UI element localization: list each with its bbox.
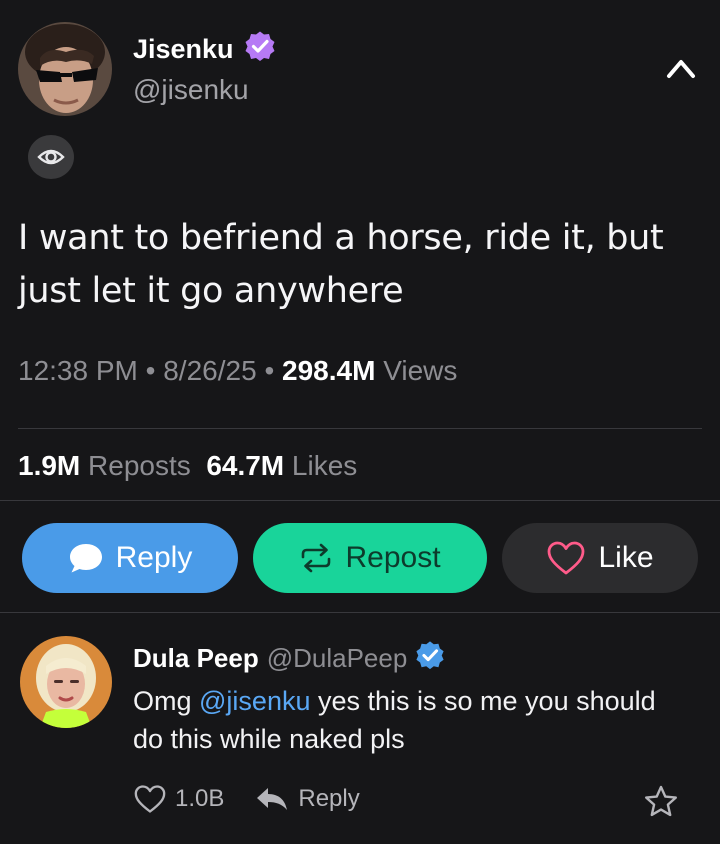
- divider: [0, 500, 720, 501]
- chevron-up-icon[interactable]: [664, 54, 698, 82]
- post-text: I want to befriend a horse, ride it, but…: [18, 218, 664, 311]
- divider: [18, 428, 702, 429]
- repost-arrows-icon: [302, 543, 331, 573]
- repost-button-label: Repost: [345, 541, 441, 574]
- reply-reply-button[interactable]: Reply: [254, 785, 360, 813]
- reply-text: Omg @jisenku yes this is so me you shoul…: [133, 682, 693, 758]
- reply-header: Dula Peep @DulaPeep: [133, 640, 445, 677]
- reply-button-label: Reply: [115, 541, 193, 574]
- reply-reply-label: Reply: [298, 785, 360, 812]
- repost-button[interactable]: Repost: [253, 523, 487, 593]
- speech-bubble-icon: [69, 544, 102, 573]
- reply-like-button[interactable]: 1.0B: [133, 784, 224, 814]
- meta-separator: •: [264, 355, 275, 386]
- post-time: 12:38 PM: [18, 355, 138, 386]
- post-stats: 1.9M Reposts 64.7M Likes: [18, 450, 357, 482]
- eye-icon: [37, 149, 65, 165]
- reply-actions: 1.0B Reply: [133, 784, 360, 814]
- mention-link[interactable]: @jisenku: [199, 686, 310, 716]
- reply-author-avatar[interactable]: [20, 636, 112, 728]
- author-avatar[interactable]: [18, 22, 112, 116]
- views-count: 298.4M: [282, 355, 376, 386]
- author-name[interactable]: Jisenku: [133, 30, 276, 69]
- author-name-text: Jisenku: [133, 34, 234, 64]
- reply-text-start: Omg: [133, 686, 200, 716]
- meta-separator: •: [145, 355, 156, 386]
- verified-badge-icon: [415, 640, 445, 677]
- likes-stat[interactable]: 64.7M Likes: [206, 450, 357, 481]
- likes-label: Likes: [291, 450, 358, 481]
- reply-like-count: 1.0B: [175, 785, 225, 812]
- like-button-label: Like: [598, 541, 654, 574]
- reposts-count: 1.9M: [18, 450, 81, 481]
- reposts-label: Reposts: [88, 450, 191, 481]
- heart-icon: [548, 541, 585, 575]
- views-label: Views: [383, 355, 458, 386]
- reply-author-handle[interactable]: @DulaPeep: [267, 643, 408, 674]
- reply-button[interactable]: Reply: [22, 523, 238, 593]
- likes-count: 64.7M: [206, 450, 285, 481]
- verified-badge-icon: [244, 30, 276, 69]
- post-date: 8/26/25: [163, 355, 257, 386]
- post-meta: 12:38 PM • 8/26/25 • 298.4M Views: [18, 355, 457, 387]
- like-button[interactable]: Like: [502, 523, 698, 593]
- star-icon[interactable]: [643, 784, 679, 820]
- reply-author-name[interactable]: Dula Peep: [133, 643, 259, 674]
- views-eye-button[interactable]: [28, 135, 74, 179]
- divider: [0, 612, 720, 613]
- heart-icon: [134, 785, 166, 813]
- reply-arrow-icon: [257, 788, 288, 810]
- author-handle[interactable]: @jisenku: [133, 74, 249, 106]
- reposts-stat[interactable]: 1.9M Reposts: [18, 450, 191, 481]
